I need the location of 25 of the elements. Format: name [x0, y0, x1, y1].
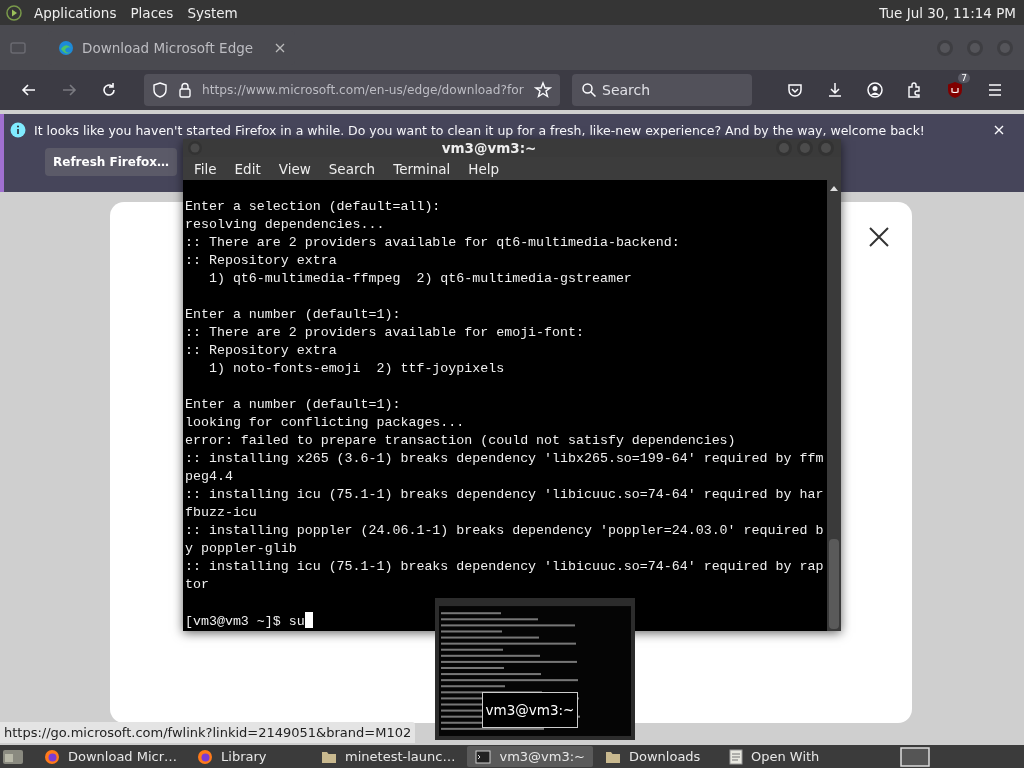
terminal-output: Enter a selection (default=all): resolving dependencies... :: There are 2 providers available for qt6-multimedia-backend: :: Repository extra 1) qt6-multimedia-ffmpeg 2) qt6-multimedia-gstreamer Enter a number (default=1): :: There are 2 providers available for emoji-font: :: Repository extra 1) noto-fonts-emoji 2) ttf-joypixels Enter a number (default=1): looking for conflicting packages... error: failed to prepare transaction (could not satisfy dependencies) :: installing x265 (3.6-1) breaks dependency 'libx265.so=199-64' required by ffm peg4.4 :: installing icu (75.1-1) breaks dependency 'libicuuc.so=74-64' required by har fbuzz-icu :: installing poppler (24.06.1-1) breaks dependency 'poppler=24.03.0' required b y poppler-glib :: installing icu (75.1-1) breaks dependency 'libicuuc.so=74-64' required by rap tor [vm3@vm3 ~]$ su: [184, 198, 825, 631]
refresh-firefox-button[interactable]: Refresh Firefox…: [45, 148, 178, 176]
preview-label: vm3@vm3:~: [482, 692, 578, 728]
taskbar-item[interactable]: Download Micr…: [36, 746, 186, 767]
menu-item[interactable]: File: [185, 160, 226, 177]
taskbar-item[interactable]: vm3@vm3:~: [467, 746, 593, 767]
window-title: vm3@vm3:~: [440, 140, 538, 156]
search-field[interactable]: Search: [572, 74, 752, 106]
menu-item[interactable]: Search: [319, 160, 385, 177]
menu-item[interactable]: View: [269, 160, 320, 177]
menu-item[interactable]: Terminal: [384, 160, 460, 177]
notification-message: It looks like you haven't started Firefox in a while. Do you want to clean it up for a fresh, like-new experience? And by the way, welcome back!: [34, 122, 925, 138]
extension-badge: 7: [958, 73, 970, 83]
status-url: https://go.microsoft.com/fwlink?linkid=2149051&brand=M102: [0, 722, 416, 743]
menu-item[interactable]: Help: [459, 160, 509, 177]
taskbar-item[interactable]: minetest-launc…: [313, 746, 464, 767]
taskbar-item[interactable]: Downloads: [597, 746, 717, 767]
clock[interactable]: Tue Jul 30, 11:14 PM: [879, 4, 1018, 21]
taskbar-item[interactable]: Library: [189, 746, 310, 767]
address-field[interactable]: https://www.microsoft.com/en-us/edge/download?for: [144, 74, 560, 106]
panel-menu[interactable]: Places: [124, 4, 180, 21]
panel-menu[interactable]: Applications: [28, 4, 123, 21]
taskbar-item[interactable]: Open With: [721, 746, 841, 767]
menu-item[interactable]: Edit: [225, 160, 270, 177]
panel-menu[interactable]: System: [181, 4, 244, 21]
